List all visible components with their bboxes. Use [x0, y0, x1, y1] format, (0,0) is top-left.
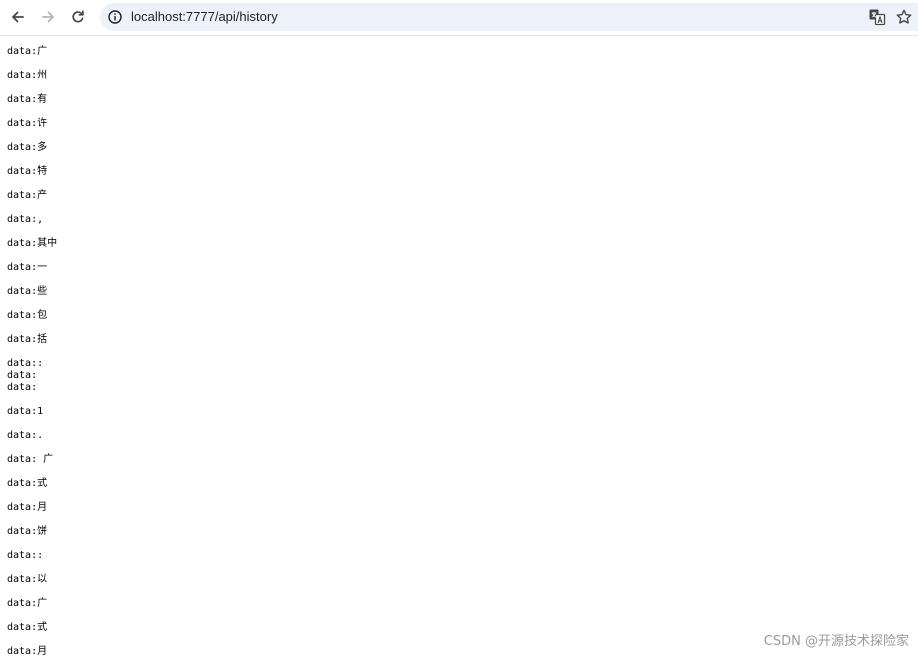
stream-line: data:州 [7, 70, 48, 81]
stream-line: data:包 [7, 310, 48, 321]
stream-event: data:广 [7, 598, 57, 610]
stream-line: data:1 [7, 406, 44, 417]
stream-event: data:以 [7, 574, 57, 586]
back-arrow-icon [12, 11, 24, 23]
stream-line: data:式 [7, 622, 48, 633]
info-icon[interactable] [107, 9, 123, 25]
stream-event: data:式 [7, 622, 57, 634]
stream-event: data:其中 [7, 238, 57, 250]
stream-event: data:: data: data: [7, 358, 57, 394]
stream-line: data:产 [7, 190, 48, 201]
stream-event: data:月 [7, 646, 57, 658]
stream-line: data:月 [7, 502, 48, 513]
stream-line: data: 广 [7, 454, 54, 465]
forward-arrow-icon [42, 11, 54, 23]
stream-event: data:1 [7, 406, 57, 418]
star-icon[interactable] [895, 8, 913, 26]
forward-button[interactable] [35, 4, 61, 30]
reload-button[interactable] [65, 4, 91, 30]
stream-event: data:一 [7, 262, 57, 274]
url-text[interactable]: localhost:7777/api/history [131, 9, 278, 25]
stream-line: data:广 [7, 46, 48, 57]
stream-event: data:饼 [7, 526, 57, 538]
stream-line: data:有 [7, 94, 48, 105]
stream-line: data:饼 [7, 526, 48, 537]
stream-event: data:有 [7, 94, 57, 106]
stream-line: data:些 [7, 286, 48, 297]
stream-line: data:. [7, 430, 44, 441]
stream-event: data:式 [7, 478, 57, 490]
stream-line: data:多 [7, 142, 48, 153]
stream-event: data:多 [7, 142, 57, 154]
stream-event: data:. [7, 430, 57, 442]
stream-line: data:以 [7, 574, 48, 585]
stream-line: data:: [7, 358, 44, 369]
stream-event: data:特 [7, 166, 57, 178]
stream-event: data: 广 [7, 454, 57, 466]
stream-line: data: [7, 370, 38, 381]
stream-event: data:产 [7, 190, 57, 202]
stream-line: data:月 [7, 646, 48, 657]
browser-toolbar: localhost:7777/api/history [0, 0, 918, 36]
stream-line: data:式 [7, 478, 48, 489]
stream-event: data:月 [7, 502, 57, 514]
response-body: data:广 data:州 data:有 data:许 data:多 data:特 data… [7, 46, 57, 670]
stream-line: data:其中 [7, 238, 58, 249]
stream-line: data:括 [7, 334, 48, 345]
stream-line: data:, [7, 214, 44, 225]
stream-line: data: [7, 382, 38, 393]
stream-line: data:: [7, 550, 44, 561]
stream-event: data:括 [7, 334, 57, 346]
stream-line: data:许 [7, 118, 48, 129]
stream-event: data:: [7, 550, 57, 562]
stream-line: data:特 [7, 166, 48, 177]
stream-event: data:许 [7, 118, 57, 130]
stream-event: data:广 [7, 46, 57, 58]
stream-event: data:, [7, 214, 57, 226]
watermark: CSDN @开源技术探险家 [763, 634, 909, 649]
stream-line: data:广 [7, 598, 48, 609]
reload-icon [72, 10, 84, 23]
stream-event: data:州 [7, 70, 57, 82]
stream-event: data:包 [7, 310, 57, 322]
stream-line: data:一 [7, 262, 48, 273]
back-button[interactable] [5, 4, 31, 30]
stream-event: data:些 [7, 286, 57, 298]
address-bar[interactable]: localhost:7777/api/history [100, 3, 918, 31]
translate-icon[interactable] [868, 8, 886, 26]
